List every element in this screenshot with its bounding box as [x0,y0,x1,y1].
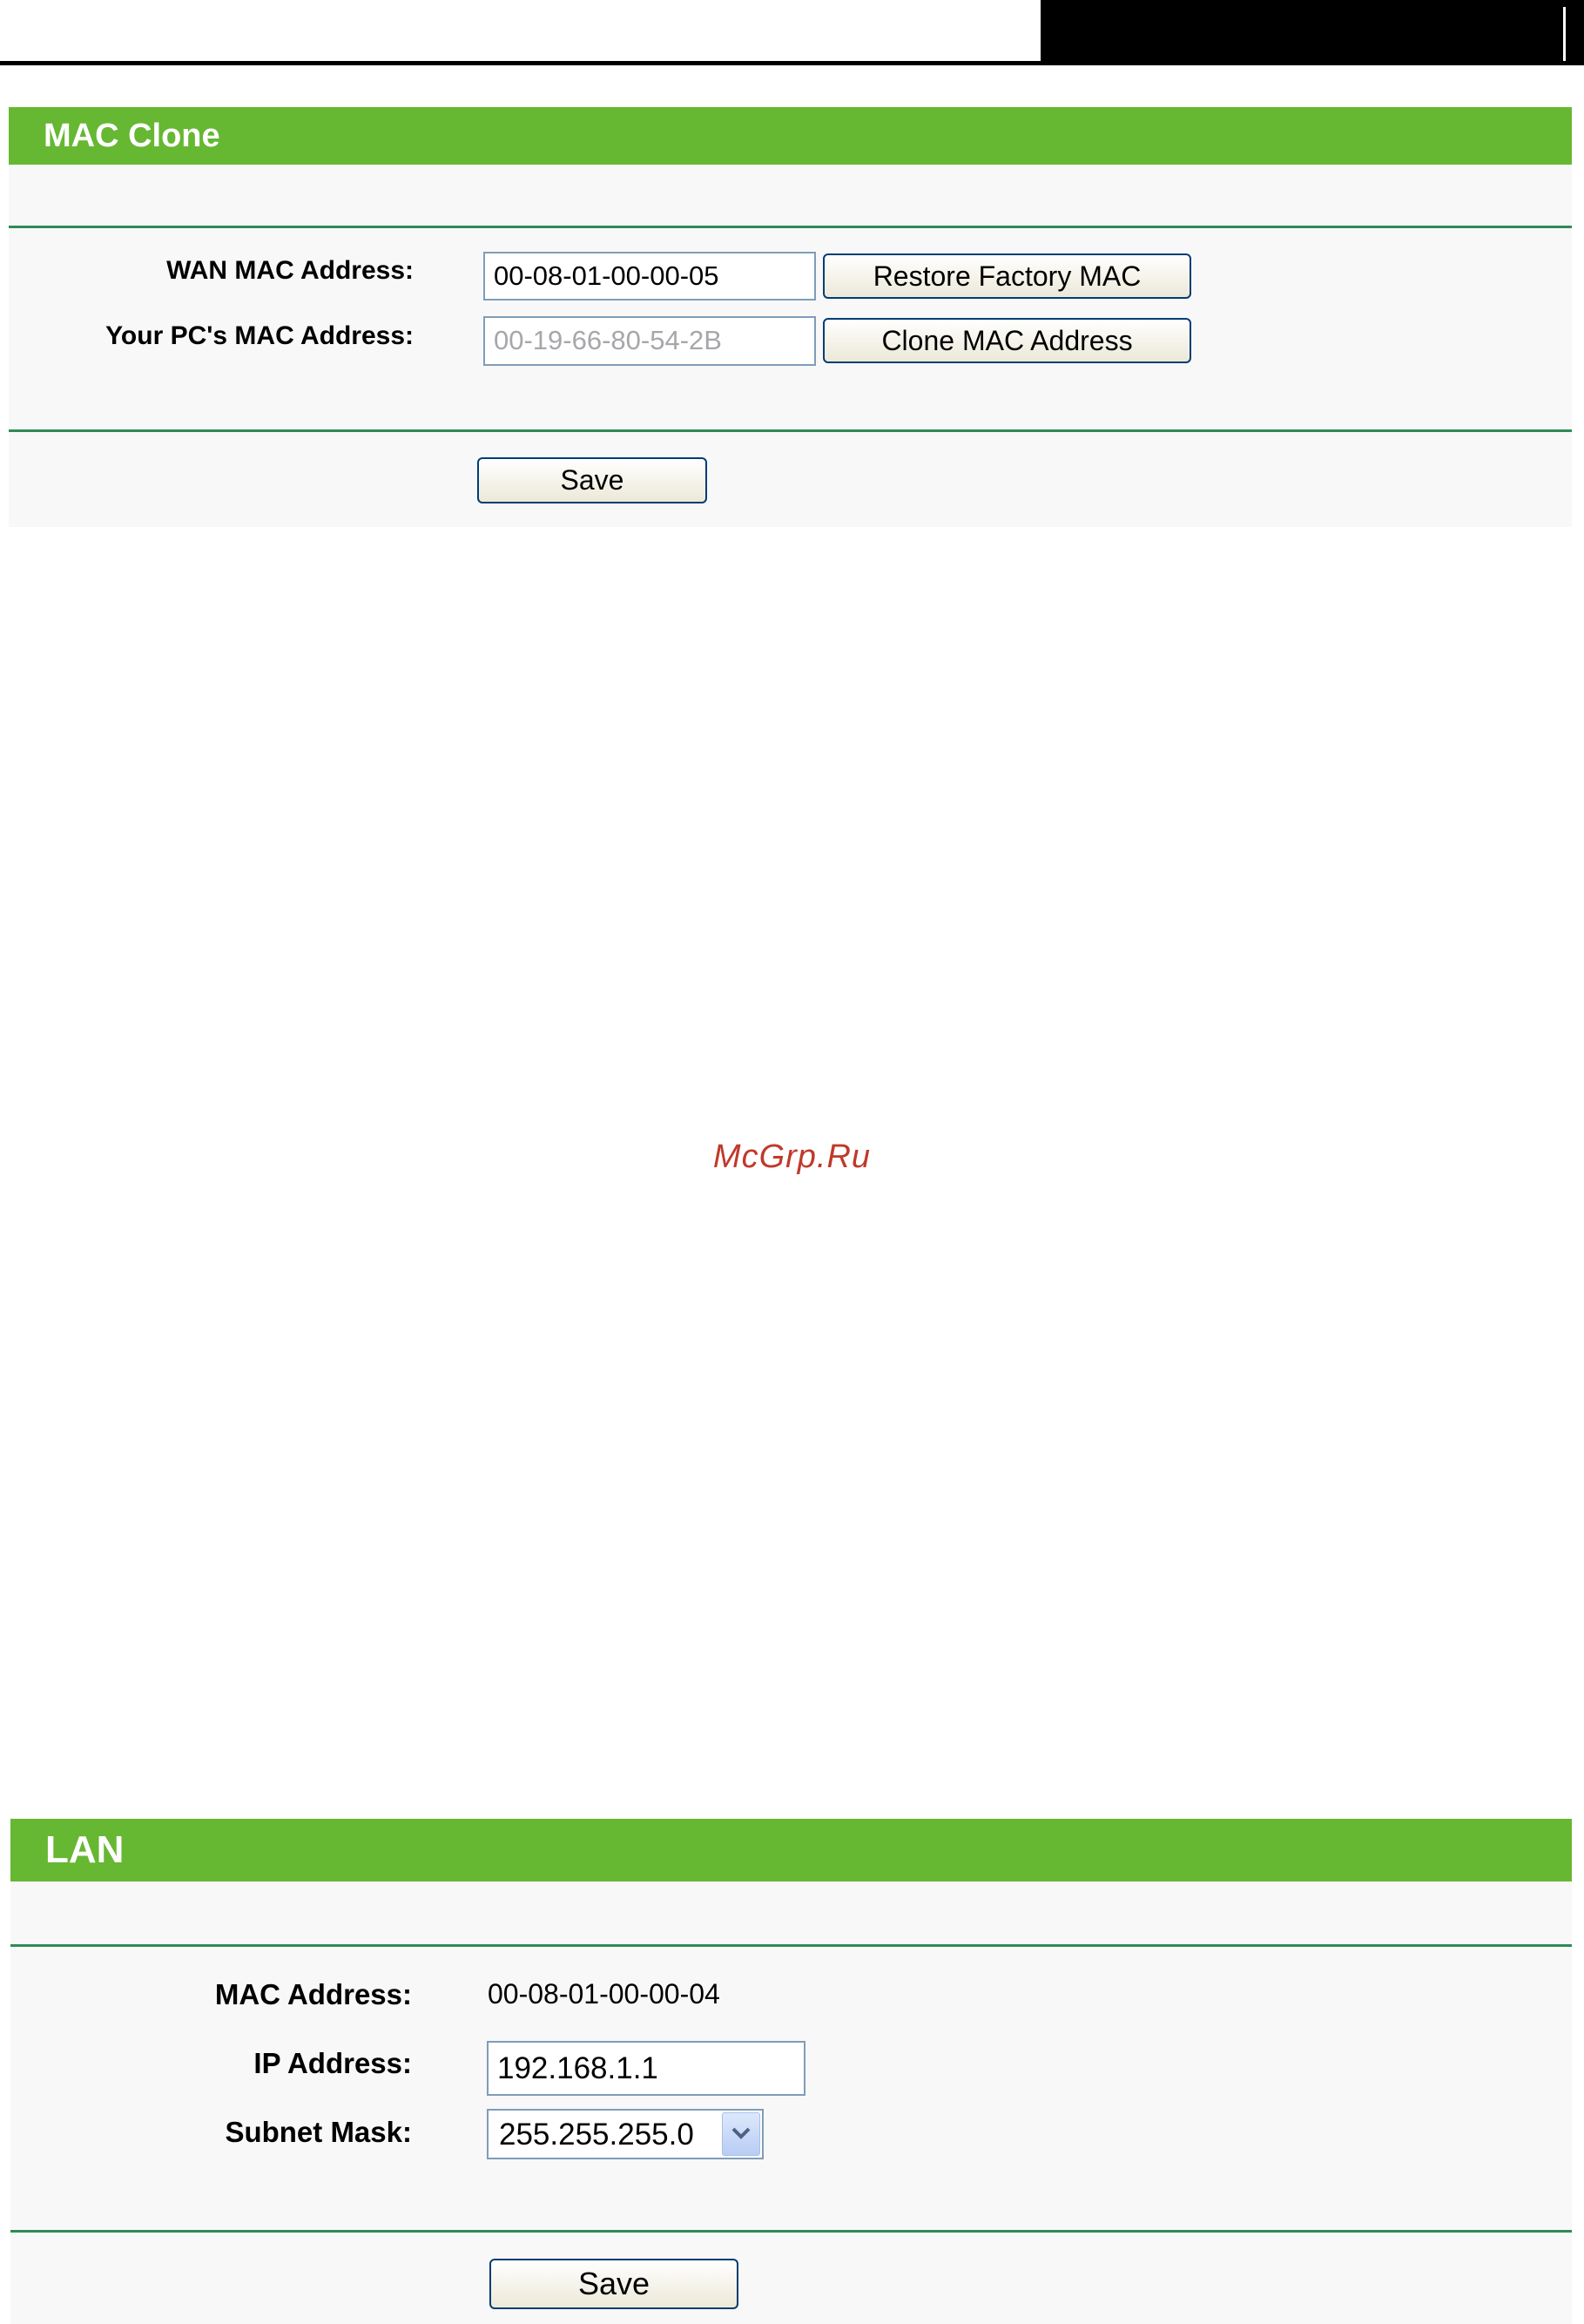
watermark-text: McGrp.Ru [712,1138,872,1175]
lan-panel: LAN MAC Address: 00-08-01-00-00-04 IP Ad… [10,1819,1572,2324]
subnet-mask-label: Subnet Mask: [225,2116,412,2148]
clone-mac-address-button[interactable]: Clone MAC Address [823,318,1191,363]
lan-mac-value: 00-08-01-00-00-04 [488,1978,720,2010]
wan-mac-label: WAN MAC Address: [166,256,414,285]
page-header-rule [0,61,1584,65]
mac-clone-title: MAC Clone [9,107,1572,165]
mac-clone-save-button[interactable]: Save [477,457,707,503]
subnet-mask-select[interactable]: 255.255.255.0 [487,2109,764,2159]
page-header-block [1041,0,1584,65]
lan-top-divider [10,1944,1572,1947]
subnet-mask-value: 255.255.255.0 [499,2118,694,2152]
ip-address-input[interactable]: 192.168.1.1 [487,2041,805,2096]
wan-mac-input[interactable]: 00-08-01-00-00-05 [483,252,816,301]
lan-bottom-divider [10,2230,1572,2233]
mac-clone-bottom-divider [9,429,1572,432]
pc-mac-label: Your PC's MAC Address: [105,321,414,350]
mac-clone-top-divider [9,226,1572,228]
page-header-edge [1563,7,1566,61]
lan-title: LAN [10,1819,1572,1881]
chevron-down-icon[interactable] [722,2112,760,2156]
restore-factory-mac-button[interactable]: Restore Factory MAC [823,253,1191,299]
lan-save-button[interactable]: Save [489,2259,738,2309]
lan-mac-label: MAC Address: [214,1978,412,2010]
mac-clone-panel: MAC Clone WAN MAC Address: 00-08-01-00-0… [9,107,1572,527]
ip-address-label: IP Address: [253,2047,412,2079]
pc-mac-input: 00-19-66-80-54-2B [483,316,816,366]
